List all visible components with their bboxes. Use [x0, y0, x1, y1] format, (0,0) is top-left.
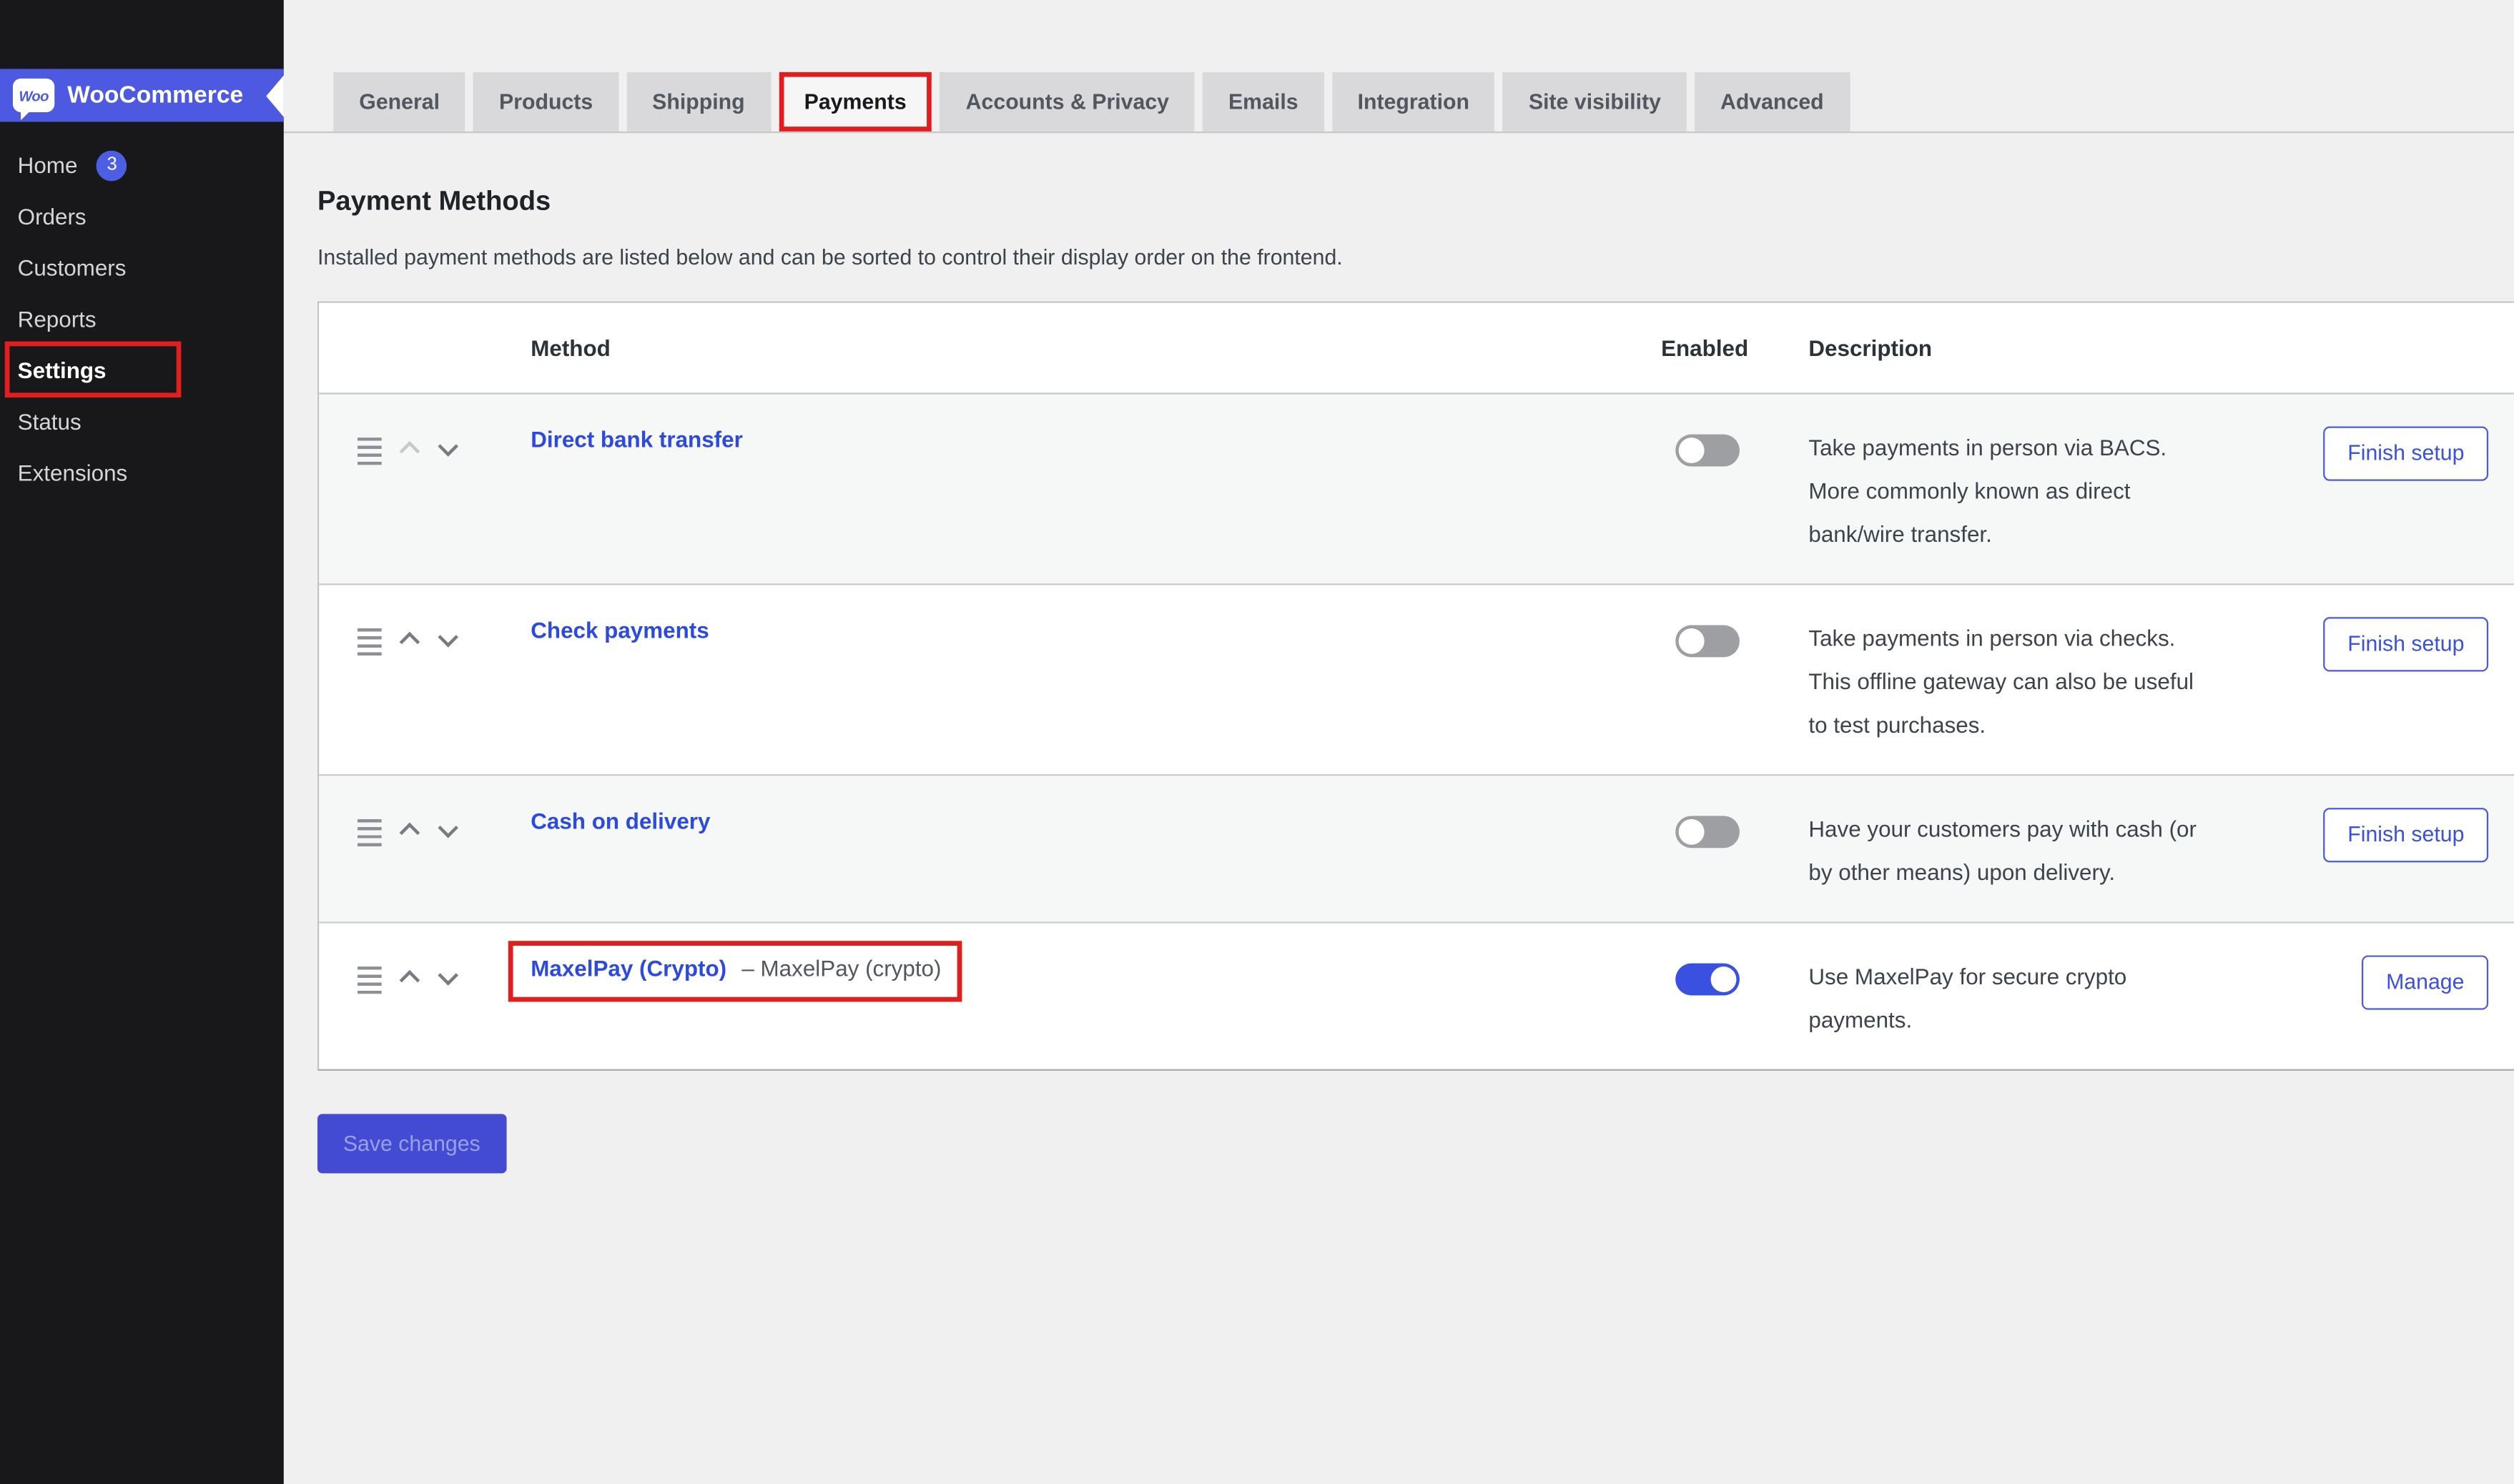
method-description: Take payments in person via BACS. More c… — [1808, 426, 2262, 556]
drag-handle-icon[interactable] — [358, 437, 382, 465]
method-description: Use MaxelPay for secure crypto payments. — [1808, 955, 2262, 1042]
sidebar-arrow-icon — [266, 74, 284, 116]
move-up-icon[interactable] — [400, 632, 420, 653]
table-header-row: Method Enabled Description — [319, 303, 2514, 393]
toggle-knob — [1711, 966, 1737, 992]
enable-toggle[interactable] — [1675, 435, 1740, 467]
method-link[interactable]: Check payments — [531, 617, 709, 643]
drag-handle-icon[interactable] — [358, 966, 382, 994]
finish-setup-button[interactable]: Finish setup — [2324, 617, 2489, 671]
maxelpay-annotation-box: MaxelPay (Crypto) – MaxelPay (crypto) — [508, 941, 962, 1001]
action-cell: Finish setup — [2262, 426, 2488, 556]
sort-controls — [319, 426, 531, 556]
drag-handle-icon[interactable] — [358, 628, 382, 656]
sidebar-item-orders[interactable]: Orders — [0, 191, 284, 242]
brand-title: WooCommerce — [67, 81, 243, 109]
move-down-icon[interactable] — [438, 436, 458, 457]
sidebar-item-label: Orders — [18, 204, 87, 229]
sidebar-item-label: Home — [18, 152, 78, 178]
home-count-badge: 3 — [97, 150, 127, 181]
woocommerce-settings-page: Woo WooCommerce Home 3 Orders Customers … — [0, 0, 2514, 1484]
move-down-icon[interactable] — [438, 818, 458, 839]
move-down-icon[interactable] — [438, 965, 458, 986]
method-link[interactable]: MaxelPay (Crypto) — [531, 955, 726, 981]
sidebar-item-label: Settings — [18, 357, 107, 383]
finish-setup-button[interactable]: Finish setup — [2324, 426, 2489, 480]
sort-controls — [319, 955, 531, 1042]
column-header-description: Description — [1808, 335, 2262, 361]
sidebar-item-home[interactable]: Home 3 — [0, 139, 284, 191]
toggle-knob — [1679, 437, 1705, 463]
page-title: Payment Methods — [317, 186, 2514, 218]
table-row: Check payments Take payments in person v… — [319, 583, 2514, 774]
action-cell: Manage — [2262, 955, 2488, 1042]
enable-toggle[interactable] — [1675, 625, 1740, 658]
sort-controls — [319, 808, 531, 894]
sidebar-item-extensions[interactable]: Extensions — [0, 447, 284, 499]
method-suffix: – MaxelPay (crypto) — [741, 955, 941, 981]
tab-advanced[interactable]: Advanced — [1695, 72, 1849, 132]
enabled-cell — [1661, 426, 1808, 556]
action-cell: Finish setup — [2262, 808, 2488, 894]
move-up-icon[interactable] — [400, 970, 420, 991]
move-down-icon[interactable] — [438, 627, 458, 648]
sidebar-item-status[interactable]: Status — [0, 396, 284, 447]
method-description: Have your customers pay with cash (or by… — [1808, 808, 2262, 894]
drag-handle-icon[interactable] — [358, 819, 382, 846]
main-content: General Products Shipping Payments Accou… — [284, 0, 2514, 1484]
table-row: Cash on delivery Have your customers pay… — [319, 774, 2514, 921]
method-cell: MaxelPay (Crypto) – MaxelPay (crypto) — [531, 955, 1661, 1042]
tab-integration[interactable]: Integration — [1332, 72, 1495, 132]
method-cell: Check payments — [531, 617, 1661, 747]
sidebar-item-label: Extensions — [18, 460, 128, 486]
finish-setup-button[interactable]: Finish setup — [2324, 808, 2489, 862]
toggle-knob — [1679, 819, 1705, 845]
sidebar-item-reports[interactable]: Reports — [0, 293, 284, 345]
method-cell: Cash on delivery — [531, 808, 1661, 894]
tab-accounts-privacy[interactable]: Accounts & Privacy — [940, 72, 1195, 132]
tab-emails[interactable]: Emails — [1203, 72, 1323, 132]
sort-controls — [319, 617, 531, 747]
tab-shipping[interactable]: Shipping — [626, 72, 770, 132]
sidebar-item-customers[interactable]: Customers — [0, 242, 284, 294]
sidebar-item-label: Reports — [18, 306, 97, 332]
save-changes-button[interactable]: Save changes — [317, 1114, 506, 1173]
sidebar: Woo WooCommerce Home 3 Orders Customers … — [0, 0, 284, 1484]
sidebar-nav: Home 3 Orders Customers Reports Settings… — [0, 139, 284, 498]
page-subtitle: Installed payment methods are listed bel… — [317, 245, 2514, 269]
enable-toggle[interactable] — [1675, 964, 1740, 996]
column-header-enabled: Enabled — [1661, 335, 1808, 361]
sidebar-item-label: Customers — [18, 255, 127, 281]
enable-toggle[interactable] — [1675, 816, 1740, 848]
move-up-icon[interactable] — [400, 823, 420, 844]
column-header-method: Method — [531, 335, 1661, 361]
method-link[interactable]: Cash on delivery — [531, 808, 710, 833]
method-cell: Direct bank transfer — [531, 426, 1661, 556]
table-row: Direct bank transfer Take payments in pe… — [319, 392, 2514, 583]
sidebar-item-label: Status — [18, 409, 82, 435]
enabled-cell — [1661, 808, 1808, 894]
payment-methods-table: Method Enabled Description Direct bank t… — [317, 302, 2514, 1071]
table-row: MaxelPay (Crypto) – MaxelPay (crypto) Us… — [319, 921, 2514, 1069]
method-link[interactable]: Direct bank transfer — [531, 426, 743, 452]
move-up-icon[interactable] — [400, 441, 420, 462]
settings-tab-bar: General Products Shipping Payments Accou… — [284, 72, 2514, 133]
tab-general[interactable]: General — [333, 72, 465, 132]
method-description: Take payments in person via checks. This… — [1808, 617, 2262, 747]
tab-payments[interactable]: Payments — [779, 72, 932, 132]
toggle-knob — [1679, 628, 1705, 654]
action-cell: Finish setup — [2262, 617, 2488, 747]
woocommerce-logo-icon: Woo — [13, 79, 54, 112]
enabled-cell — [1661, 955, 1808, 1042]
woocommerce-brand-bar[interactable]: Woo WooCommerce — [0, 69, 284, 122]
woocommerce-logo-text: Woo — [19, 87, 48, 103]
tab-site-visibility[interactable]: Site visibility — [1503, 72, 1687, 132]
sidebar-item-settings[interactable]: Settings — [0, 345, 284, 396]
manage-button[interactable]: Manage — [2362, 955, 2488, 1009]
enabled-cell — [1661, 617, 1808, 747]
tab-products[interactable]: Products — [473, 72, 618, 132]
